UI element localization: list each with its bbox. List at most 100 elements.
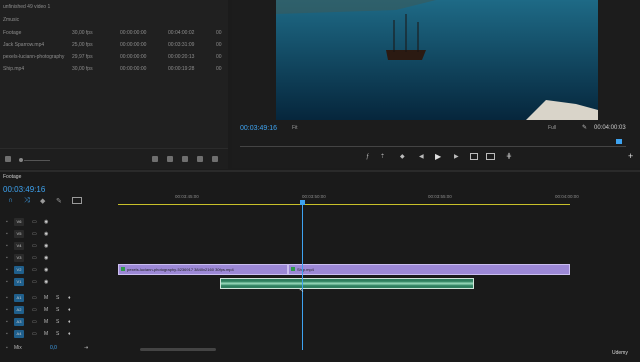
program-timecode[interactable]: 00:03:49:16 [240, 125, 277, 132]
lock-icon[interactable]: ▪ [6, 228, 8, 240]
track-label[interactable]: V4 [14, 242, 24, 250]
mouse-cursor-icon: ↖ [299, 288, 305, 294]
export-frame-icon[interactable] [470, 153, 478, 160]
lock-icon[interactable]: ▪ [6, 328, 8, 340]
list-item[interactable]: Ship.mp4 30,00 fps 00:00:00:00 00:00:19:… [0, 64, 228, 75]
eye-icon[interactable]: ◉ [44, 264, 48, 276]
solo-button[interactable]: S [56, 292, 59, 304]
pencil-icon[interactable] [5, 156, 11, 162]
track-header-v2: ▪ V2 ▭ ◉ [0, 264, 94, 276]
list-item[interactable]: Jack Sparrow.mp4 25,00 fps 00:00:00:00 0… [0, 40, 228, 51]
track-header-a2: ▪ A2 ▭ M S ♦ [0, 304, 94, 316]
sync-lock-icon[interactable]: ▭ [32, 292, 37, 304]
project-bin[interactable]: Zmusic [0, 15, 228, 26]
track-label[interactable]: V3 [14, 254, 24, 262]
zoom-slider-handle[interactable] [19, 158, 23, 162]
video-clip-v1-ship[interactable]: Ship.mp4 [288, 264, 570, 275]
snap-icon[interactable]: ∩ [8, 197, 13, 204]
zoom-slider[interactable] [24, 160, 50, 161]
timeline-timecode[interactable]: 00:03:49:16 [3, 185, 45, 194]
track-label[interactable]: A3 [14, 318, 24, 326]
add-button-icon[interactable]: + [628, 151, 633, 161]
eye-icon[interactable]: ◉ [44, 216, 48, 228]
microphone-icon[interactable]: ♦ [68, 292, 71, 304]
trash-icon[interactable] [212, 156, 218, 162]
playhead-line[interactable] [302, 205, 303, 350]
mark-in-icon[interactable]: ƒ [366, 154, 369, 160]
work-area-bar[interactable] [118, 204, 570, 205]
wrench-icon[interactable]: ✎ [56, 197, 62, 205]
sync-lock-icon[interactable]: ▭ [32, 228, 37, 240]
eye-icon[interactable]: ◉ [44, 276, 48, 288]
track-label[interactable]: A2 [14, 306, 24, 314]
microphone-icon[interactable]: ♦ [68, 304, 71, 316]
sync-lock-icon[interactable]: ▭ [32, 304, 37, 316]
microphone-icon[interactable]: ♦ [68, 316, 71, 328]
audio-clip-a1[interactable] [220, 278, 474, 289]
search-icon[interactable] [167, 156, 173, 162]
video-clip-v1[interactable]: pexels-luciann-photography-5236917 3840x… [118, 264, 288, 275]
track-label[interactable]: A1 [14, 294, 24, 302]
track-label[interactable]: A4 [14, 330, 24, 338]
comparison-view-icon[interactable] [486, 153, 495, 160]
new-item-icon[interactable] [197, 156, 203, 162]
marker-icon[interactable]: ◆ [400, 153, 405, 160]
lock-icon[interactable]: ▪ [6, 304, 8, 316]
mute-button[interactable]: M [44, 316, 48, 328]
automate-icon[interactable] [152, 156, 158, 162]
sync-lock-icon[interactable]: ▭ [32, 316, 37, 328]
lock-icon[interactable]: ▪ [6, 292, 8, 304]
track-label[interactable]: V5 [14, 230, 24, 238]
ruler-tick-label: 00:03:55:00 [428, 194, 452, 199]
quality-dropdown[interactable]: Full [548, 125, 556, 131]
list-item[interactable]: pexels-luciann-photography 29,97 fps 00:… [0, 52, 228, 63]
new-bin-icon[interactable] [182, 156, 188, 162]
sync-lock-icon[interactable]: ▭ [32, 240, 37, 252]
go-to-end-icon[interactable]: ⇥ [84, 342, 88, 354]
sync-lock-icon[interactable]: ▭ [32, 276, 37, 288]
track-label[interactable]: V6 [14, 218, 24, 226]
eye-icon[interactable]: ◉ [44, 252, 48, 264]
track-header-a1: ▪ A1 ▭ M S ♦ [0, 292, 94, 304]
play-icon[interactable]: ▶ [435, 152, 441, 161]
step-back-icon[interactable]: ◀ [419, 153, 424, 160]
track-header-v4: ▪ V4 ▭ ◉ [0, 240, 94, 252]
playhead-marker[interactable] [616, 139, 622, 144]
wrench-icon[interactable]: ✎ [582, 124, 587, 131]
mute-button[interactable]: M [44, 328, 48, 340]
lock-icon[interactable]: ▪ [6, 252, 8, 264]
linked-selection-icon[interactable]: ⤨ [24, 197, 30, 205]
fit-dropdown[interactable]: Fit [292, 125, 298, 131]
add-marker-icon[interactable]: ◆ [40, 197, 45, 205]
track-label[interactable]: V1 [14, 278, 24, 286]
captions-icon[interactable] [72, 197, 82, 204]
sync-lock-icon[interactable]: ▭ [32, 264, 37, 276]
audio-waveform [221, 281, 473, 286]
lock-icon[interactable]: ▪ [6, 264, 8, 276]
list-item[interactable]: Footage 30,00 fps 00:00:00:00 00:04:00:0… [0, 28, 228, 39]
lock-icon[interactable]: ▪ [6, 276, 8, 288]
settings-icon[interactable]: ⋕ [506, 152, 512, 160]
solo-button[interactable]: S [56, 304, 59, 316]
program-scrubber[interactable] [240, 146, 626, 147]
microphone-icon[interactable]: ♦ [68, 328, 71, 340]
step-forward-icon[interactable]: ▶ [454, 153, 459, 160]
track-label[interactable]: V2 [14, 266, 24, 274]
eye-icon[interactable]: ◉ [44, 240, 48, 252]
lift-icon[interactable]: ⇡ [380, 153, 385, 160]
mute-button[interactable]: M [44, 292, 48, 304]
timeline-tab[interactable]: Footage [3, 174, 21, 180]
sync-lock-icon[interactable]: ▭ [32, 328, 37, 340]
timeline-horizontal-scrollbar[interactable] [140, 348, 216, 351]
lock-icon[interactable]: ▪ [6, 240, 8, 252]
mix-volume-value[interactable]: 0,0 [50, 342, 57, 354]
solo-button[interactable]: S [56, 328, 59, 340]
lock-icon[interactable]: ▪ [6, 342, 8, 354]
mute-button[interactable]: M [44, 304, 48, 316]
sync-lock-icon[interactable]: ▭ [32, 252, 37, 264]
sync-lock-icon[interactable]: ▭ [32, 216, 37, 228]
lock-icon[interactable]: ▪ [6, 216, 8, 228]
solo-button[interactable]: S [56, 316, 59, 328]
eye-icon[interactable]: ◉ [44, 228, 48, 240]
lock-icon[interactable]: ▪ [6, 316, 8, 328]
